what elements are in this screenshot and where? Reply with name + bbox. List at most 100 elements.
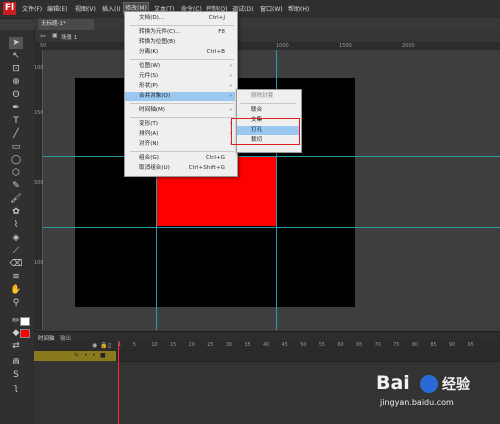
frame-number: 45: [281, 343, 288, 348]
menu-item-document[interactable]: 文档(D)... Ctrl+J: [125, 14, 235, 23]
menu-item-ungroup[interactable]: 取消组合(U) Ctrl+Shift+G: [125, 164, 235, 173]
menu-insert[interactable]: 插入(I): [102, 4, 120, 13]
menu-item-bitmap[interactable]: 位图(W) ›: [125, 62, 235, 71]
frame-number: 70: [374, 343, 381, 348]
baidu-jingyan-watermark: Bai 经验 jingyan.baidu.com: [376, 372, 494, 418]
menu-separator: [130, 25, 234, 26]
submenu-arrow-icon: ›: [229, 63, 232, 69]
menu-item-transform[interactable]: 变形(T) ›: [125, 120, 235, 129]
submenu-arrow-icon: ›: [229, 73, 232, 79]
ruler-label: 1500: [339, 43, 352, 49]
menu-separator: [130, 59, 234, 60]
left-ruler: 100 150 500 1000: [34, 50, 47, 330]
menu-item-align[interactable]: 对齐(N) ›: [125, 140, 235, 149]
frame-number: 35: [244, 343, 251, 348]
pen-tool-icon[interactable]: ✒: [9, 102, 23, 114]
lasso-tool-icon[interactable]: ʘ: [9, 89, 23, 101]
menu-item-symbol[interactable]: 元件(S) ›: [125, 72, 235, 81]
frame-number: 5: [132, 343, 136, 348]
frame-number: 90: [449, 343, 456, 348]
frame-number: 65: [356, 343, 363, 348]
pencil-icon: ✎: [74, 352, 80, 359]
layer-row[interactable]: ✎ • • ■: [34, 351, 116, 361]
visibility-dot-icon[interactable]: •: [84, 352, 88, 359]
menu-item-arrange[interactable]: 排列(A) ›: [125, 130, 235, 139]
frame-number: 75: [393, 343, 400, 348]
smooth-icon[interactable]: S: [9, 369, 23, 381]
menu-item-convert-to-symbol[interactable]: 转换为元件(C)... F8: [125, 28, 235, 37]
menu-edit[interactable]: 编辑(E): [47, 4, 67, 13]
selection-tool-icon[interactable]: ➤: [9, 37, 23, 49]
frame-number: 10: [151, 343, 158, 348]
snap-magnet-icon[interactable]: ⋒: [9, 356, 23, 368]
frame-number: 85: [430, 343, 437, 348]
watermark-brand-cn: 经验: [442, 377, 470, 393]
modify-menu-items: 文档(D)... Ctrl+J 转换为元件(C)... F8 转换为位图(B) 分离…: [124, 11, 236, 175]
menu-view[interactable]: 视图(V): [75, 4, 96, 13]
width-tool-icon[interactable]: ≋: [9, 271, 23, 283]
free-transform-tool-icon[interactable]: ⊡: [9, 63, 23, 75]
outline-icon[interactable]: ▯: [108, 342, 111, 349]
menu-item-group[interactable]: 组合(G) Ctrl+G: [125, 154, 235, 163]
rectangle-tool-icon[interactable]: ▭: [9, 141, 23, 153]
fill-color-swatch[interactable]: [20, 329, 30, 338]
text-tool-icon[interactable]: T: [9, 115, 23, 127]
watermark-url: jingyan.baidu.com: [380, 398, 454, 407]
submenu-arrow-icon: ›: [229, 83, 232, 89]
outline-box-icon[interactable]: ■: [100, 352, 106, 359]
playhead[interactable]: [118, 341, 119, 424]
line-tool-icon[interactable]: ╱: [9, 128, 23, 140]
lock-dot-icon[interactable]: •: [92, 352, 96, 359]
menu-file[interactable]: 文件(F): [22, 4, 42, 13]
menu-separator: [130, 151, 234, 152]
menu-item-union[interactable]: 联合: [237, 106, 299, 115]
polystar-tool-icon[interactable]: ⬡: [9, 167, 23, 179]
straighten-icon[interactable]: ʅ: [9, 382, 23, 394]
menu-item-convert-to-bitmap[interactable]: 转换为位图(B): [125, 38, 235, 47]
menu-item-combine-objects[interactable]: 合并对象(O) ›: [125, 92, 235, 101]
pencil-tool-icon[interactable]: ✎: [9, 180, 23, 192]
deco-tool-icon[interactable]: ✿: [9, 206, 23, 218]
guide-horizontal[interactable]: [43, 156, 500, 157]
ruler-label: 1000: [276, 43, 289, 49]
ruler-label: 50: [40, 43, 47, 49]
oval-tool-icon[interactable]: ◯: [9, 154, 23, 166]
menu-item-shape[interactable]: 形状(P) ›: [125, 82, 235, 91]
menu-item-break-apart[interactable]: 分离(K) Ctrl+B: [125, 48, 235, 57]
frame-number: 15: [170, 343, 177, 348]
watermark-brand: Bai: [376, 372, 410, 394]
guide-horizontal[interactable]: [43, 227, 500, 228]
eraser-tool-icon[interactable]: ⌫: [9, 258, 23, 270]
3d-rotation-tool-icon[interactable]: ⊕: [9, 76, 23, 88]
frame-track[interactable]: [116, 351, 500, 362]
paint-bucket-tool-icon[interactable]: ◈: [9, 232, 23, 244]
back-arrow-icon[interactable]: ⇦: [40, 32, 46, 40]
menu-item-timeline[interactable]: 时间轴(M) ›: [125, 106, 235, 115]
menu-window[interactable]: 窗口(W): [260, 4, 283, 13]
frame-number: 95: [467, 343, 474, 348]
stroke-color-swatch[interactable]: [20, 317, 30, 326]
menu-help[interactable]: 帮助(H): [288, 4, 309, 13]
bone-tool-icon[interactable]: ⌇: [9, 219, 23, 231]
lock-icon[interactable]: 🔒: [100, 342, 107, 349]
menu-separator: [130, 117, 234, 118]
submenu-arrow-icon: ›: [229, 93, 232, 99]
eye-icon[interactable]: ◉: [92, 342, 97, 349]
subselection-tool-icon[interactable]: ↖: [9, 50, 23, 62]
menu-separator: [130, 103, 234, 104]
frame-number: 55: [318, 343, 325, 348]
annotation-highlight-box: [231, 118, 300, 145]
hand-tool-icon[interactable]: ✋: [9, 284, 23, 296]
frame-number: 50: [300, 343, 307, 348]
eyedropper-tool-icon[interactable]: ⟋: [9, 245, 23, 257]
brush-tool-icon[interactable]: 🖌: [9, 193, 23, 205]
frame-number: 20: [188, 343, 195, 348]
frame-number: 60: [337, 343, 344, 348]
swap-colors-icon[interactable]: ⇄: [9, 340, 23, 352]
frame-number: 25: [207, 343, 214, 348]
frame-number: 40: [263, 343, 270, 348]
ruler-label: 2000: [402, 43, 415, 49]
document-tab[interactable]: 无标题-1*: [38, 19, 94, 30]
scene-icon: ▣: [52, 32, 58, 39]
zoom-tool-icon[interactable]: ⚲: [9, 297, 23, 309]
